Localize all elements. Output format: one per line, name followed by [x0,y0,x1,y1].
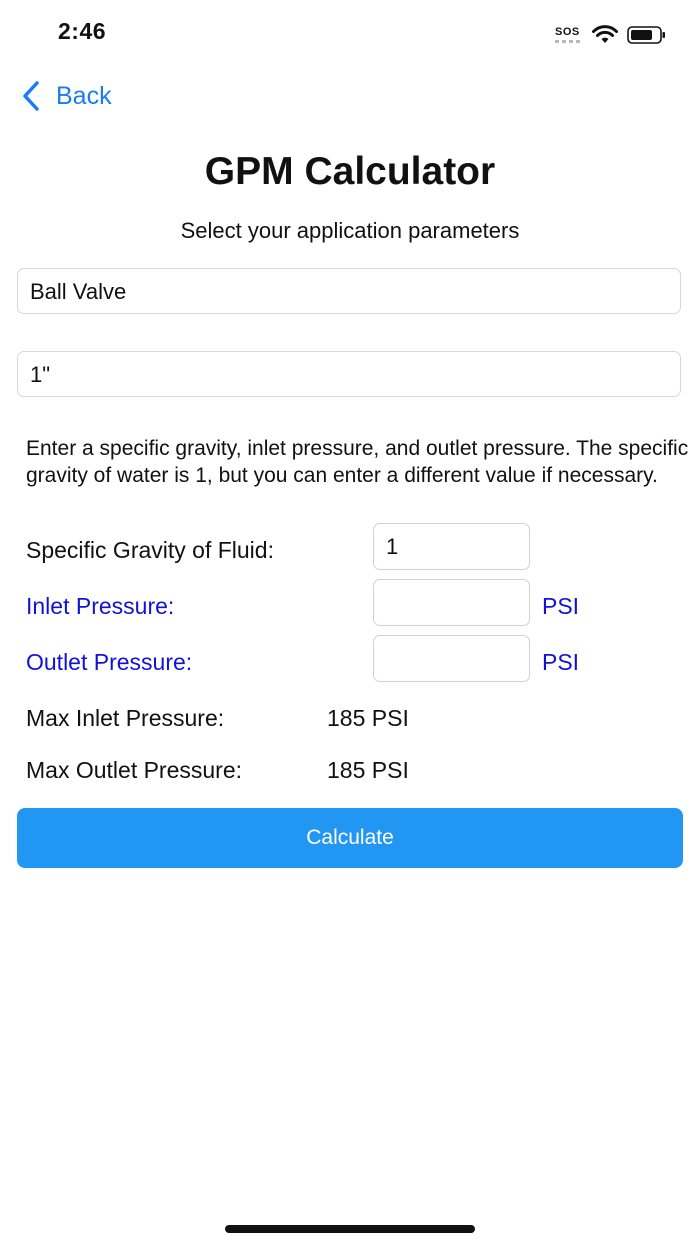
outlet-unit-label: PSI [542,649,580,675]
wifi-icon [592,25,618,43]
back-button[interactable]: Back [20,80,112,112]
instructions-text: Enter a specific gravity, inlet pressure… [26,437,689,487]
max-inlet-value: 185 PSI [327,705,409,731]
max-outlet-value: 185 PSI [327,757,409,783]
chevron-left-icon [23,81,39,111]
valve-size-picker[interactable]: 1" [17,351,681,397]
specific-gravity-label: Specific Gravity of Fluid: [26,537,274,563]
inlet-pressure-label: Inlet Pressure: [26,593,175,619]
specific-gravity-input[interactable] [373,523,530,570]
max-inlet-label: Max Inlet Pressure: [26,705,225,731]
calculate-button[interactable]: Calculate [17,808,683,868]
status-time: 2:46 [58,18,107,44]
page-subtitle: Select your application parameters [180,218,520,243]
battery-icon [627,26,665,44]
outlet-pressure-input[interactable] [373,635,530,682]
home-indicator[interactable] [225,1225,475,1233]
max-outlet-label: Max Outlet Pressure: [26,757,243,783]
signal-dots-icon [555,40,581,43]
outlet-pressure-label: Outlet Pressure: [26,649,193,675]
inlet-pressure-input[interactable] [373,579,530,626]
sos-indicator: SOS [555,26,580,38]
valve-type-picker[interactable]: Ball Valve [17,268,681,314]
inlet-unit-label: PSI [542,593,580,619]
back-label: Back [56,81,112,110]
page-title: GPM Calculator [204,150,496,193]
